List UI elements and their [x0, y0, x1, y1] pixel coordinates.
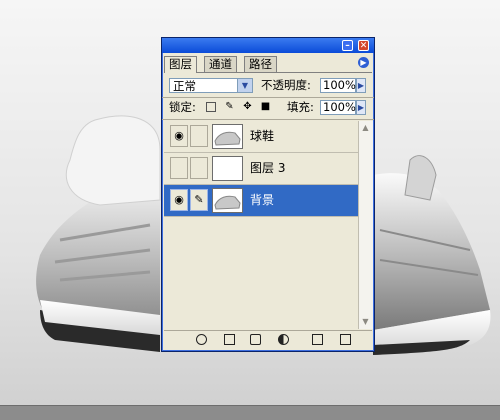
- brush-icon[interactable]: ✎: [190, 189, 208, 211]
- layer-style-icon[interactable]: [196, 334, 207, 345]
- folder-icon[interactable]: [250, 334, 261, 345]
- shoe-thumbnail: [212, 188, 243, 213]
- blend-mode-value: 正常: [173, 79, 196, 93]
- lock-paint-icon[interactable]: ✎: [224, 101, 235, 112]
- blank-thumbnail: [212, 156, 243, 181]
- opacity-arrow-icon[interactable]: ▶: [356, 78, 366, 93]
- layer-name: 球鞋: [250, 129, 275, 143]
- link-cell[interactable]: [190, 157, 208, 179]
- layer-scrollbar[interactable]: ▲ ▼: [358, 121, 373, 329]
- tab-channels[interactable]: 通道: [204, 56, 237, 72]
- opacity-label: 不透明度:: [261, 78, 311, 92]
- tab-paths[interactable]: 路径: [244, 56, 277, 72]
- eye-icon[interactable]: ◉: [170, 189, 188, 211]
- palette-bottom-bar: [164, 330, 372, 349]
- fill-arrow-icon[interactable]: ▶: [356, 100, 366, 115]
- lock-all-icon[interactable]: ■: [260, 101, 271, 112]
- layer-row[interactable]: 图层 3: [164, 153, 358, 185]
- adjustment-icon[interactable]: [278, 334, 289, 345]
- lock-label: 锁定:: [169, 100, 196, 114]
- opacity-field[interactable]: 100%: [320, 78, 356, 93]
- blend-mode-select[interactable]: 正常 ▼: [169, 78, 253, 93]
- eye-icon[interactable]: ◉: [170, 125, 188, 147]
- minimize-icon[interactable]: –: [342, 40, 353, 51]
- layer-name: 图层 3: [250, 161, 286, 175]
- link-cell[interactable]: [190, 125, 208, 147]
- palette-menu-icon[interactable]: ▶: [358, 57, 369, 68]
- divider: [162, 97, 374, 98]
- layers-palette: – ✕ 图层 通道 路径 ▶ 正常 ▼ 不透明度: 100% ▶ 锁定: ✎ ✥…: [161, 37, 375, 352]
- new-layer-icon[interactable]: [312, 334, 323, 345]
- scroll-up-icon[interactable]: ▲: [359, 121, 372, 134]
- lock-move-icon[interactable]: ✥: [242, 101, 253, 112]
- palette-tabs: 图层 通道 路径: [164, 56, 372, 73]
- layer-row[interactable]: ◉ 球鞋: [164, 121, 358, 153]
- shoe-thumbnail: [212, 124, 243, 149]
- palette-title-bar[interactable]: – ✕: [162, 38, 374, 53]
- mask-icon[interactable]: [224, 334, 235, 345]
- layer-name: 背景: [250, 193, 275, 207]
- eye-icon[interactable]: [170, 157, 188, 179]
- divider: [162, 119, 374, 120]
- tab-layers[interactable]: 图层: [164, 56, 197, 73]
- lock-transparency-icon[interactable]: [206, 102, 216, 112]
- layer-list: ◉ 球鞋 图层 3 ◉ ✎ 背景: [164, 121, 358, 329]
- trash-icon[interactable]: [340, 334, 351, 345]
- status-strip: [0, 405, 500, 420]
- scroll-down-icon[interactable]: ▼: [359, 315, 372, 328]
- layer-row[interactable]: ◉ ✎ 背景: [164, 185, 358, 217]
- fill-field[interactable]: 100%: [320, 100, 356, 115]
- chevron-down-icon[interactable]: ▼: [237, 79, 252, 92]
- close-icon[interactable]: ✕: [358, 40, 369, 51]
- fill-label: 填充:: [287, 100, 314, 114]
